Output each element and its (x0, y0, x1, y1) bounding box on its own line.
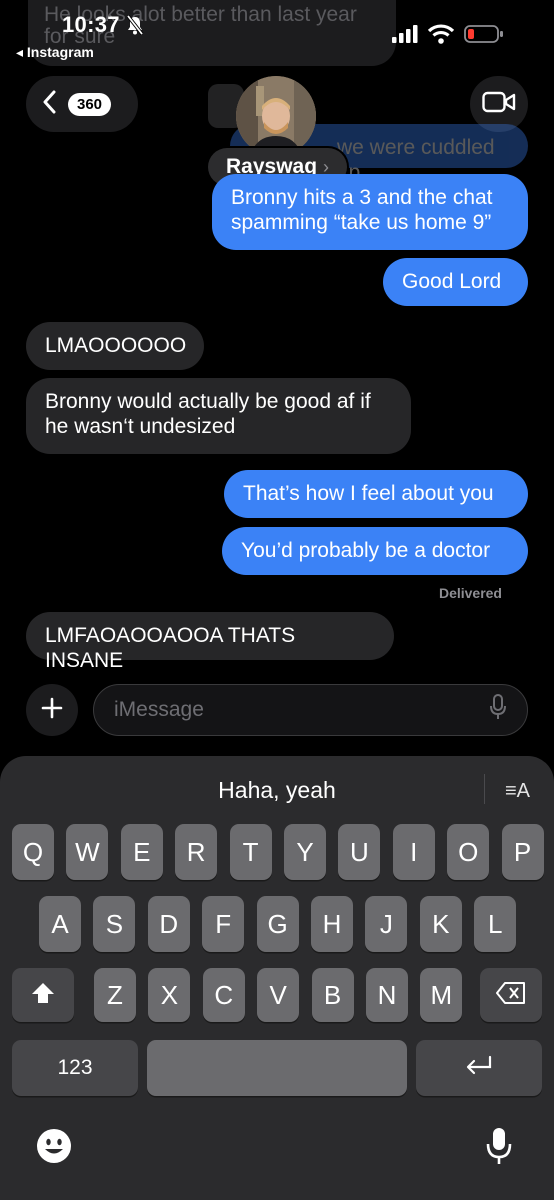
status-indicators (392, 24, 504, 49)
video-camera-icon (482, 91, 516, 118)
key-i[interactable]: I (392, 824, 435, 880)
plus-icon (41, 697, 63, 724)
backspace-key[interactable] (480, 968, 542, 1022)
key-k[interactable]: K (419, 896, 462, 952)
message-text: That’s how I feel about you (243, 482, 494, 505)
text-format-button[interactable]: ≡A (505, 780, 530, 803)
key-m[interactable]: M (420, 968, 463, 1022)
key-d[interactable]: D (147, 896, 190, 952)
shift-icon (31, 980, 55, 1011)
key-y[interactable]: Y (284, 824, 326, 880)
numbers-key[interactable]: 123 (12, 1040, 138, 1096)
contact-avatar[interactable] (236, 76, 316, 156)
key-h[interactable]: H (311, 896, 353, 952)
back-to-app-link[interactable]: ◂ Instagram (16, 44, 94, 61)
dictation-icon[interactable] (485, 1126, 513, 1171)
message-text: LMFAOAOOAOOA THATS INSANE (45, 624, 296, 672)
chevron-left-icon (42, 90, 56, 119)
key-w[interactable]: W (66, 824, 109, 880)
numbers-key-label: 123 (57, 1056, 93, 1079)
key-b[interactable]: B (311, 968, 354, 1022)
key-x[interactable]: X (148, 968, 191, 1022)
message-text: You’d probably be a doctor (241, 539, 491, 562)
key-n[interactable]: N (366, 968, 408, 1022)
apps-plus-button[interactable] (26, 684, 78, 736)
key-c[interactable]: C (202, 968, 245, 1022)
space-key[interactable] (147, 1040, 407, 1096)
backspace-icon (496, 980, 526, 1011)
key-a[interactable]: A (39, 896, 81, 952)
key-j[interactable]: J (365, 896, 408, 952)
message-text: Bronny hits a 3 and the chat spamming “t… (231, 186, 493, 234)
key-p[interactable]: P (501, 824, 544, 880)
return-icon (464, 1053, 494, 1084)
key-f[interactable]: F (202, 896, 245, 952)
predictive-suggestion[interactable]: Haha, yeah (0, 770, 554, 810)
delivery-status: Delivered (438, 585, 502, 601)
key-s[interactable]: S (93, 896, 136, 952)
key-l[interactable]: L (474, 896, 517, 952)
unread-count-badge: 360 (68, 92, 112, 116)
message-bubble-sent[interactable]: That’s how I feel about you (224, 470, 528, 518)
key-t[interactable]: T (229, 824, 272, 880)
message-bubble-received[interactable]: LMFAOAOOAOOA THATS INSANE (26, 612, 394, 672)
key-r[interactable]: R (175, 824, 218, 880)
message-text: Good Lord (402, 270, 502, 293)
shift-key[interactable] (12, 968, 74, 1022)
suggestion-divider (484, 774, 485, 804)
bell-slash-icon (126, 14, 144, 40)
microphone-icon[interactable] (489, 694, 507, 726)
message-bubble-received[interactable]: LMAOOOOOO (26, 322, 204, 370)
message-text: Bronny would actually be good af if he w… (45, 390, 371, 438)
message-bubble-received[interactable]: Bronny would actually be good af if he w… (26, 378, 411, 454)
message-bubble-sent[interactable]: Good Lord (383, 258, 528, 306)
back-button[interactable]: 360 (26, 76, 138, 132)
status-time: 10:37 (62, 12, 120, 37)
wifi-icon (427, 24, 455, 49)
key-v[interactable]: V (257, 968, 300, 1022)
emoji-icon[interactable] (36, 1128, 72, 1169)
signal-icon (392, 25, 418, 48)
message-text: LMAOOOOOO (45, 334, 187, 357)
key-e[interactable]: E (120, 824, 163, 880)
battery-low-icon (464, 24, 504, 49)
key-g[interactable]: G (256, 896, 299, 952)
message-input[interactable]: iMessage (93, 684, 528, 736)
message-bubble-sent[interactable]: You’d probably be a doctor (222, 527, 528, 575)
return-key[interactable] (416, 1040, 542, 1096)
message-input-placeholder: iMessage (114, 698, 204, 721)
message-bubble-sent[interactable]: Bronny hits a 3 and the chat spamming “t… (212, 174, 528, 250)
key-o[interactable]: O (447, 824, 490, 880)
key-z[interactable]: Z (94, 968, 136, 1022)
key-q[interactable]: Q (12, 824, 54, 880)
key-u[interactable]: U (338, 824, 381, 880)
